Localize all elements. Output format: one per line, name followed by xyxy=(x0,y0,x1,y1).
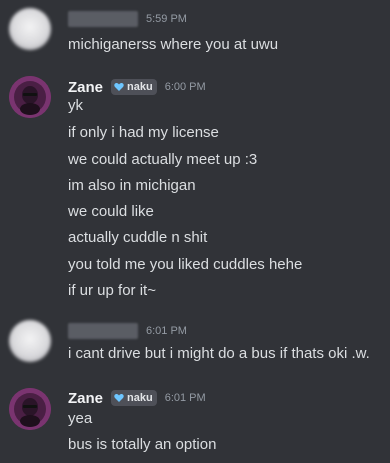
avatar-image xyxy=(9,76,51,118)
heart-icon xyxy=(114,393,124,403)
redacted-username[interactable] xyxy=(68,323,138,339)
message-text: if only i had my license xyxy=(68,124,219,141)
message-text: we could like xyxy=(68,203,154,220)
timestamp: 6:01 PM xyxy=(146,325,187,337)
server-tag[interactable]: naku xyxy=(111,390,157,406)
message-text: yk xyxy=(68,97,83,114)
message-header: 6:01 PM xyxy=(68,321,187,341)
username[interactable]: Zane xyxy=(68,79,103,96)
message-text: i cant drive but i might do a bus if tha… xyxy=(68,345,370,362)
message-text: im also in michigan xyxy=(68,177,196,194)
avatar[interactable] xyxy=(9,388,51,430)
message-text: actually cuddle n shit xyxy=(68,229,208,246)
message-text: if ur up for it~ xyxy=(68,282,156,299)
message-text: yea xyxy=(68,410,93,427)
message-header: 5:59 PM xyxy=(68,9,187,29)
heart-icon xyxy=(114,82,124,92)
timestamp: 5:59 PM xyxy=(146,13,187,25)
tag-label: naku xyxy=(127,81,153,93)
avatar[interactable] xyxy=(9,320,51,362)
avatar-image xyxy=(9,388,51,430)
message-text: you told me you liked cuddles hehe xyxy=(68,256,303,273)
message-text: we could actually meet up :3 xyxy=(68,151,258,168)
timestamp: 6:01 PM xyxy=(164,392,206,404)
avatar[interactable] xyxy=(9,8,51,50)
tag-label: naku xyxy=(127,392,153,404)
chat-messages: 5:59 PM michiganerss where you at uwu Za… xyxy=(0,0,390,463)
avatar[interactable] xyxy=(9,76,51,118)
message-text: michiganerss where you at uwu xyxy=(68,36,279,53)
message-header: Zane naku 6:00 PM xyxy=(68,77,206,97)
message-text: bus is totally an option xyxy=(68,436,217,453)
message-header: Zane naku 6:01 PM xyxy=(68,388,206,408)
username[interactable]: Zane xyxy=(68,390,103,407)
redacted-username[interactable] xyxy=(68,11,138,27)
timestamp: 6:00 PM xyxy=(164,81,206,93)
server-tag[interactable]: naku xyxy=(111,79,157,95)
